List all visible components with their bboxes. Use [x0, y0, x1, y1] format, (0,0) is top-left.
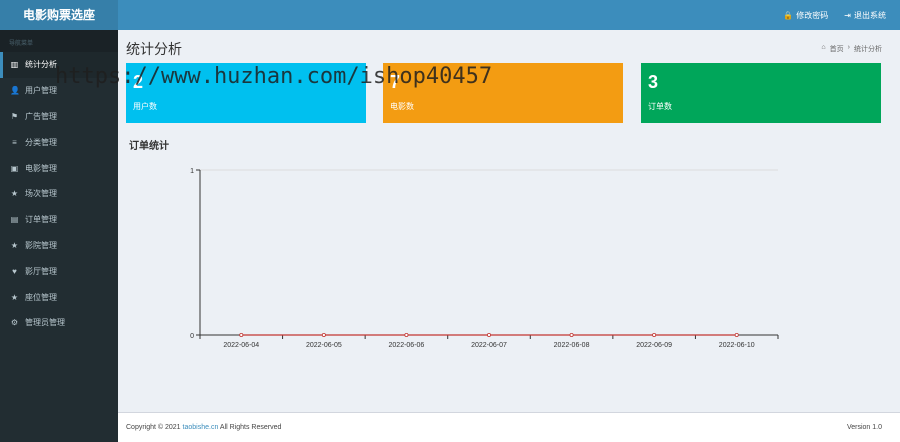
- order-count-box: 3 订单数: [641, 63, 881, 123]
- watermark-url: https://www.huzhan.com/ishop40457: [55, 64, 493, 89]
- sidebar-item-5[interactable]: ★ 场次管理: [0, 181, 118, 207]
- sidebar-item-label: 影院管理: [25, 240, 57, 250]
- sidebar-item-icon: ▣: [10, 163, 19, 173]
- sidebar-item-10[interactable]: ⚙ 管理员管理: [0, 310, 118, 336]
- app-logo[interactable]: 电影购票选座: [0, 0, 118, 30]
- x-tick-label: 2022-06-04: [223, 342, 259, 348]
- data-point: [652, 332, 657, 337]
- sidebar-item-icon: ★: [10, 189, 19, 199]
- breadcrumb: ⌂ 首页 › 统计分析: [821, 44, 882, 54]
- sidebar-item-9[interactable]: ★ 座位管理: [0, 284, 118, 310]
- x-tick-label: 2022-06-09: [636, 342, 672, 348]
- home-icon: ⌂: [821, 44, 826, 51]
- sidebar-item-label: 电影管理: [25, 163, 57, 173]
- data-point: [404, 332, 409, 337]
- sidebar-item-icon: ★: [10, 240, 19, 250]
- data-point: [734, 332, 739, 337]
- sidebar-item-icon: 👤: [10, 86, 20, 96]
- movie-count-label: 电影数: [390, 102, 414, 111]
- sidebar-item-label: 场次管理: [25, 189, 57, 199]
- x-tick-label: 2022-06-08: [554, 342, 590, 348]
- x-tick-label: 2022-06-10: [719, 342, 755, 348]
- sidebar-item-icon: ⚙: [10, 318, 19, 328]
- sidebar-item-label: 分类管理: [25, 137, 57, 147]
- copyright-prefix: Copyright © 2021: [126, 424, 181, 431]
- order-count-value: 3: [648, 72, 659, 92]
- x-tick-label: 2022-06-07: [471, 342, 507, 348]
- sidebar-item-label: 座位管理: [25, 292, 57, 302]
- sidebar-item-icon: ≡: [12, 137, 17, 147]
- page-title: 统计分析: [126, 41, 182, 57]
- sidebar-item-label: 统计分析: [25, 60, 57, 70]
- change-password-label: 修改密码: [796, 10, 829, 20]
- data-point: [486, 332, 491, 337]
- logout-icon: ⇥: [844, 10, 851, 20]
- breadcrumb-separator: ›: [847, 44, 850, 51]
- sidebar-item-label: 影厅管理: [25, 266, 57, 276]
- order-count-label: 订单数: [648, 102, 672, 111]
- data-point: [569, 332, 574, 337]
- footer-link[interactable]: taobishe.cn: [183, 424, 219, 431]
- sidebar-item-6[interactable]: ▤ 订单管理: [0, 207, 118, 233]
- sidebar-item-label: 管理员管理: [25, 318, 65, 328]
- sidebar-item-icon: ⚑: [10, 111, 19, 121]
- sidebar-item-4[interactable]: ▣ 电影管理: [0, 155, 118, 181]
- y-tick-label: 1: [190, 168, 194, 175]
- header-actions: 🔒 修改密码 ⇥ 退出系统: [783, 0, 886, 30]
- top-header: 电影购票选座 🔒 修改密码 ⇥ 退出系统: [0, 0, 900, 30]
- copyright-suffix: All Rights Reserved: [219, 424, 282, 431]
- sidebar-item-label: 广告管理: [25, 111, 57, 121]
- sidebar-item-7[interactable]: ★ 影院管理: [0, 233, 118, 259]
- logout-label: 退出系统: [854, 10, 886, 20]
- breadcrumb-home[interactable]: 首页: [830, 44, 844, 54]
- data-point: [321, 332, 326, 337]
- footer: Copyright © 2021 taobishe.cn All Rights …: [118, 412, 900, 442]
- sidebar: 导航菜单 ▥ 统计分析 👤 用户管理 ⚑ 广告管理 ≡ 分类管理 ▣ 电影管理 ★ 场次管理 ▤ 订单管理…: [0, 30, 118, 442]
- sidebar-item-icon: ★: [10, 292, 19, 302]
- sidebar-item-label: 订单管理: [25, 215, 57, 225]
- logout-link[interactable]: ⇥ 退出系统: [844, 10, 886, 21]
- sidebar-header: 导航菜单: [0, 30, 118, 52]
- sidebar-item-icon: ▥: [10, 60, 19, 70]
- sidebar-item-icon: ▤: [10, 215, 19, 225]
- sidebar-nav: ▥ 统计分析 👤 用户管理 ⚑ 广告管理 ≡ 分类管理 ▣ 电影管理 ★ 场次管理 ▤ 订单管理 ★ 影院管理…: [0, 52, 118, 336]
- sidebar-item-label: 用户管理: [25, 86, 57, 96]
- sidebar-item-2[interactable]: ⚑ 广告管理: [0, 104, 118, 130]
- breadcrumb-current: 统计分析: [854, 46, 882, 53]
- sidebar-item-3[interactable]: ≡ 分类管理: [0, 129, 118, 155]
- x-tick-label: 2022-06-05: [306, 342, 342, 348]
- sidebar-item-8[interactable]: ♥ 影厅管理: [0, 258, 118, 284]
- copyright: Copyright © 2021 taobishe.cn All Rights …: [126, 424, 281, 431]
- chart-title: 订单统计: [129, 141, 169, 152]
- sidebar-item-icon: ♥: [12, 266, 17, 276]
- data-point: [239, 332, 244, 337]
- change-password-link[interactable]: 🔒 修改密码: [783, 10, 828, 21]
- version-label: Version 1.0: [846, 424, 882, 431]
- lock-icon: 🔒: [783, 10, 794, 20]
- user-count-label: 用户数: [133, 102, 157, 111]
- x-tick-label: 2022-06-06: [389, 342, 425, 348]
- y-tick-label: 0: [190, 333, 194, 340]
- order-line-chart: 0 1 2022-06-04 2022-06-05 2022-06-06 2022-06-…: [190, 168, 779, 348]
